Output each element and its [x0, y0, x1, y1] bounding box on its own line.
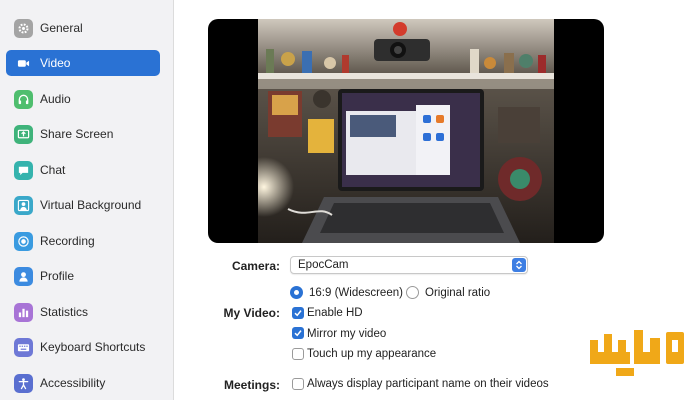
keyboard-icon [14, 337, 33, 357]
headphones-icon [14, 89, 33, 109]
sidebar-item-statistics[interactable]: Statistics [6, 299, 160, 325]
settings-sidebar: General Video Audio Share Screen Chat Vi… [0, 0, 174, 400]
sidebar-item-video[interactable]: Video [6, 50, 160, 76]
sidebar-item-audio[interactable]: Audio [6, 86, 160, 112]
watermark-logo [588, 326, 688, 382]
sidebar-item-profile[interactable]: Profile [6, 263, 160, 289]
chevron-up-down-icon [512, 258, 526, 272]
sidebar-item-share-screen[interactable]: Share Screen [6, 121, 160, 147]
video-preview [208, 19, 604, 243]
sidebar-item-label: Recording [40, 234, 95, 248]
camera-select[interactable]: EpocCam [290, 256, 528, 274]
bar-chart-icon [14, 302, 33, 322]
sidebar-item-label: Keyboard Shortcuts [40, 340, 146, 354]
touch-up-appearance-checkbox[interactable] [292, 348, 304, 360]
sidebar-item-label: Share Screen [40, 127, 114, 141]
sidebar-item-virtual-background[interactable]: Virtual Background [6, 192, 160, 218]
meetings-label: Meetings: [223, 378, 280, 392]
sidebar-item-keyboard-shortcuts[interactable]: Keyboard Shortcuts [6, 334, 160, 360]
my-video-label: My Video: [223, 306, 280, 320]
accessibility-icon [14, 373, 33, 393]
sidebar-item-label: Profile [40, 269, 75, 283]
camera-select-value: EpocCam [298, 259, 349, 271]
gear-icon [14, 18, 33, 38]
record-icon [14, 231, 33, 251]
video-camera-icon [14, 54, 33, 73]
profile-icon [14, 266, 33, 286]
ratio-original-label: Original ratio [425, 287, 491, 299]
sidebar-item-label: Chat [40, 163, 66, 177]
mirror-video-checkbox[interactable] [292, 327, 304, 339]
ratio-original-radio[interactable] [406, 286, 419, 299]
enable-hd-checkbox[interactable] [292, 307, 304, 319]
sidebar-item-label: Video [40, 56, 71, 70]
share-screen-icon [14, 124, 33, 144]
always-display-name-checkbox[interactable] [292, 378, 304, 390]
ratio-widescreen-label: 16:9 (Widescreen) [309, 287, 403, 299]
sidebar-item-recording[interactable]: Recording [6, 228, 160, 254]
sidebar-item-label: Accessibility [40, 376, 106, 390]
sidebar-item-label: Statistics [40, 305, 89, 319]
sidebar-item-label: Virtual Background [40, 198, 142, 212]
mirror-video-label: Mirror my video [307, 328, 387, 340]
touch-up-appearance-label: Touch up my appearance [307, 348, 437, 360]
sidebar-item-accessibility[interactable]: Accessibility [6, 370, 160, 396]
camera-label: Camera: [231, 259, 280, 273]
sidebar-item-label: Audio [40, 92, 71, 106]
ratio-widescreen-radio[interactable] [290, 286, 303, 299]
sidebar-item-chat[interactable]: Chat [6, 157, 160, 183]
enable-hd-label: Enable HD [307, 307, 363, 319]
sidebar-item-general[interactable]: General [6, 15, 160, 41]
sidebar-item-label: General [40, 21, 83, 35]
always-display-name-label: Always display participant name on their… [307, 378, 549, 390]
person-background-icon [14, 195, 33, 215]
chat-bubble-icon [14, 160, 33, 180]
camera-feed-image [258, 19, 554, 243]
